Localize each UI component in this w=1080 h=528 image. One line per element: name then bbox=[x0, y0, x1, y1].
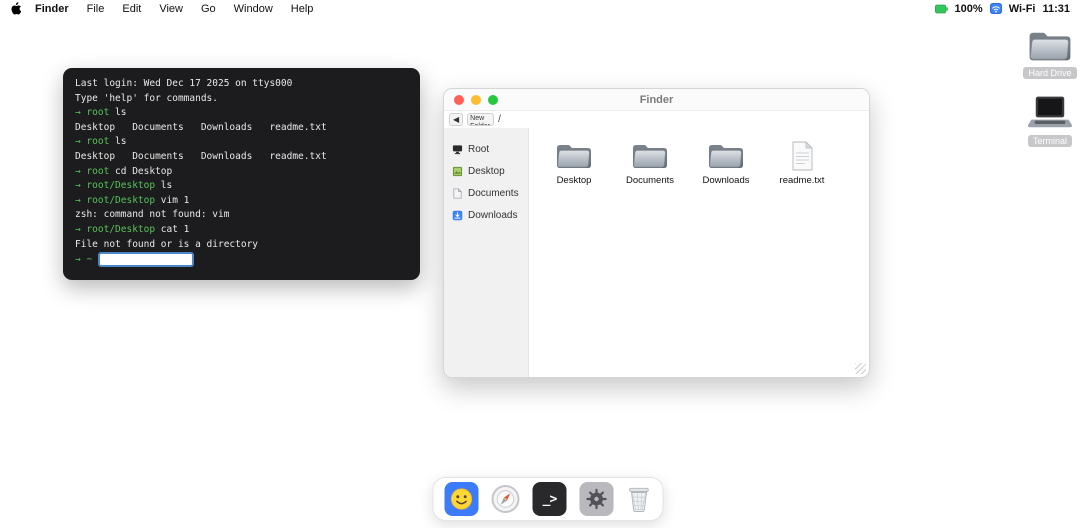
zoom-button[interactable] bbox=[488, 94, 498, 105]
current-path: / bbox=[498, 114, 501, 125]
terminal-line: → root/Desktop ls bbox=[75, 180, 173, 192]
terminal-window: Last login: Wed Dec 17 2025 on ttys000 T… bbox=[63, 68, 420, 280]
finder-item-downloads[interactable]: Downloads bbox=[695, 141, 757, 186]
terminal-line: Type 'help' for commands. bbox=[75, 92, 218, 104]
gear-icon bbox=[586, 488, 607, 510]
laptop-icon bbox=[1027, 96, 1073, 128]
terminal-line: Desktop Documents Downloads readme.txt bbox=[75, 150, 327, 162]
desktop-icon-hard-drive[interactable]: Hard Drive bbox=[1018, 28, 1080, 79]
finder-item-documents[interactable]: Documents bbox=[619, 141, 681, 186]
finder-item-readme[interactable]: readme.txt bbox=[771, 141, 833, 186]
clock[interactable]: 11:31 bbox=[1042, 3, 1070, 15]
finder-sidebar: Root Desktop Documents Downloads bbox=[444, 128, 529, 377]
window-title: Finder bbox=[639, 93, 674, 106]
document-icon bbox=[453, 187, 462, 198]
trash-icon bbox=[629, 487, 649, 513]
terminal-line: → root ls bbox=[75, 136, 127, 148]
new-folder-button[interactable]: New Folder bbox=[467, 113, 495, 126]
desktop-icon-terminal[interactable]: Terminal bbox=[1018, 94, 1080, 147]
terminal-prompt-icon: _> bbox=[542, 491, 558, 507]
dock-item-trash[interactable] bbox=[627, 485, 652, 513]
terminal-line: → root/Desktop vim 1 bbox=[75, 194, 190, 206]
menu-item-edit[interactable]: Edit bbox=[122, 3, 141, 15]
apple-icon bbox=[11, 2, 21, 15]
desktop-icon-label: Terminal bbox=[1027, 135, 1072, 147]
finder-window: Finder ◀ New Folder / Root Desktop Docum… bbox=[443, 88, 870, 378]
menu-item-view[interactable]: View bbox=[159, 3, 183, 15]
battery-percent[interactable]: 100% bbox=[955, 3, 983, 15]
picture-icon bbox=[452, 166, 463, 176]
dock-item-finder[interactable] bbox=[444, 482, 479, 516]
smiley-icon bbox=[450, 488, 473, 510]
wifi-icon[interactable] bbox=[989, 3, 1002, 14]
close-button[interactable] bbox=[454, 94, 464, 105]
minimize-button[interactable] bbox=[471, 94, 481, 105]
wifi-label[interactable]: Wi-Fi bbox=[1009, 3, 1036, 15]
battery-icon[interactable] bbox=[934, 4, 948, 14]
back-button[interactable]: ◀ bbox=[449, 113, 464, 126]
terminal-line: zsh: command not found: vim bbox=[75, 209, 230, 221]
menu-item-window[interactable]: Window bbox=[234, 3, 273, 15]
menu-item-finder[interactable]: Finder bbox=[35, 3, 69, 15]
folder-icon bbox=[633, 145, 667, 168]
terminal-line: Last login: Wed Dec 17 2025 on ttys000 bbox=[75, 78, 293, 89]
menu-item-help[interactable]: Help bbox=[291, 3, 314, 15]
folder-icon bbox=[709, 145, 743, 168]
dock-item-browser[interactable] bbox=[491, 485, 520, 513]
sidebar-item-documents[interactable]: Documents bbox=[444, 182, 528, 204]
folder-icon bbox=[557, 145, 591, 168]
terminal-line: Desktop Documents Downloads readme.txt bbox=[75, 121, 327, 133]
terminal-prompt-line: → ~ bbox=[75, 252, 408, 268]
finder-titlebar[interactable]: Finder bbox=[444, 89, 869, 111]
desktop-icon-label: Hard Drive bbox=[1023, 67, 1077, 79]
folder-icon bbox=[1029, 32, 1071, 61]
finder-toolbar: ◀ New Folder / bbox=[444, 111, 869, 128]
sidebar-item-root[interactable]: Root bbox=[444, 138, 528, 160]
finder-item-desktop[interactable]: Desktop bbox=[543, 141, 605, 186]
sidebar-item-downloads[interactable]: Downloads bbox=[444, 204, 528, 226]
terminal-line: → root/Desktop cat 1 bbox=[75, 223, 190, 235]
sidebar-item-desktop[interactable]: Desktop bbox=[444, 160, 528, 182]
terminal-command-input[interactable] bbox=[98, 252, 195, 268]
apple-menu[interactable] bbox=[10, 2, 21, 15]
dock: _> bbox=[432, 477, 664, 521]
download-icon bbox=[452, 210, 463, 220]
menu-item-file[interactable]: File bbox=[87, 3, 105, 15]
menu-bar: Finder File Edit View Go Window Help 100… bbox=[0, 0, 1080, 17]
finder-content: Desktop Documents Downloads readme.txt bbox=[529, 128, 869, 377]
monitor-icon bbox=[452, 144, 463, 154]
terminal-line: → root ls bbox=[75, 107, 127, 119]
dock-item-terminal[interactable]: _> bbox=[532, 482, 567, 516]
menu-item-go[interactable]: Go bbox=[201, 3, 216, 15]
status-area: 100% Wi-Fi 11:31 bbox=[934, 3, 1070, 15]
dock-item-settings[interactable] bbox=[579, 482, 614, 516]
compass-icon bbox=[496, 490, 515, 508]
terminal-line: File not found or is a directory bbox=[75, 238, 259, 250]
terminal-line: → root cd Desktop bbox=[75, 165, 173, 177]
file-icon bbox=[792, 141, 813, 171]
resize-handle[interactable] bbox=[855, 363, 866, 374]
